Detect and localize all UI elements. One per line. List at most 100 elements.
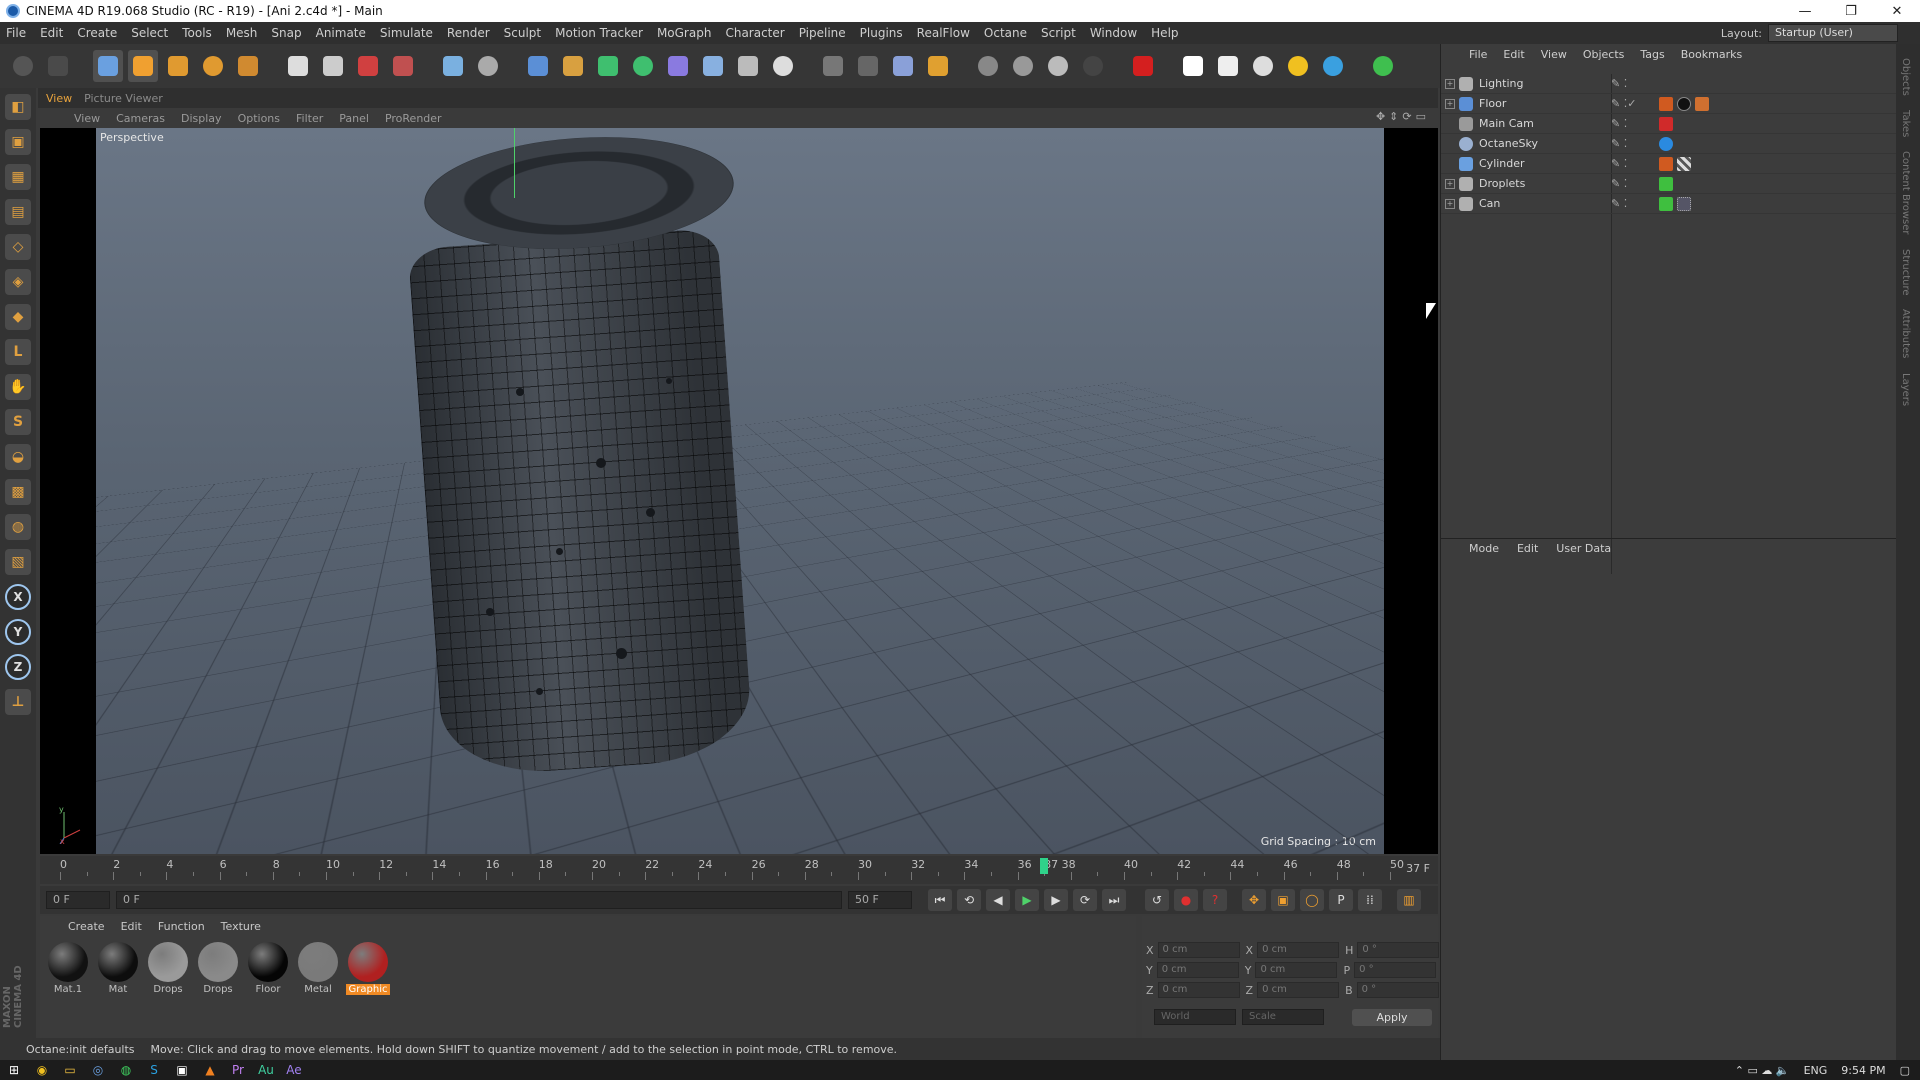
end-frame-field[interactable]: 50 F (848, 891, 912, 909)
can-model[interactable] (396, 128, 776, 788)
viewport[interactable]: Perspective Grid Spacing : 10 cm y x (40, 128, 1438, 854)
minimize-button[interactable]: — (1782, 4, 1828, 19)
polygons-mode-icon[interactable]: ◆ (5, 304, 31, 330)
next-frame-button[interactable]: ▶ (1044, 889, 1068, 911)
menu-window[interactable]: Window (1090, 26, 1137, 40)
checker-material-tag-icon[interactable] (1677, 157, 1691, 171)
vp-menu-cameras[interactable]: Cameras (116, 112, 165, 125)
key-parameter-icon[interactable]: P (1329, 889, 1353, 911)
octane-material-icon[interactable] (1008, 50, 1038, 82)
vp-menu-display[interactable]: Display (181, 112, 222, 125)
menu-octane[interactable]: Octane (984, 26, 1027, 40)
edges-mode-icon[interactable]: ◈ (5, 269, 31, 295)
material-tag-icon[interactable] (1677, 97, 1691, 111)
file-explorer-icon[interactable]: ▭ (56, 1061, 84, 1079)
windows-start-icon[interactable]: ⊞ (0, 1061, 28, 1079)
compositing-tag-icon[interactable] (1659, 157, 1673, 171)
x-axis-lock-icon[interactable]: X (5, 584, 31, 610)
light-icon[interactable] (768, 50, 798, 82)
key-pla-icon[interactable]: ⁞⁞ (1358, 889, 1382, 911)
cinema4d-taskbar-icon[interactable]: ◎ (84, 1061, 112, 1079)
menu-simulate[interactable]: Simulate (380, 26, 433, 40)
octane-live-viewer-icon[interactable] (1128, 50, 1158, 82)
menu-motion-tracker[interactable]: Motion Tracker (555, 26, 643, 40)
position-y-field[interactable]: 0 cm (1157, 962, 1239, 978)
camera-icon[interactable] (733, 50, 763, 82)
visibility-flags[interactable]: ✎ ⁚ (1611, 77, 1651, 90)
model-mode-icon[interactable]: ▣ (5, 129, 31, 155)
pen-spline-icon[interactable] (558, 50, 588, 82)
subdivision-icon[interactable] (593, 50, 623, 82)
undo-button[interactable] (8, 50, 38, 82)
vp-menu-panel[interactable]: Panel (339, 112, 369, 125)
key-scale-icon[interactable]: ▣ (1271, 889, 1295, 911)
sidetab-layers[interactable]: Layers (1900, 373, 1911, 406)
goto-prev-key-button[interactable]: ⟲ (957, 889, 981, 911)
octane-sphere-icon[interactable] (973, 50, 1003, 82)
cloner-icon[interactable] (628, 50, 658, 82)
rotation-p-field[interactable]: 0 ° (1354, 962, 1436, 978)
solo-icon[interactable]: ◍ (5, 514, 31, 540)
object-row-floor[interactable]: + Floor ✎ ⁚✓ (1441, 94, 1897, 114)
om-menu-view[interactable]: View (1541, 48, 1567, 61)
visibility-flags[interactable]: ✎ ⁚ (1611, 137, 1651, 150)
language-indicator[interactable]: ENG (1804, 1064, 1828, 1077)
render-settings-icon[interactable] (388, 50, 418, 82)
menu-pipeline[interactable]: Pipeline (799, 26, 846, 40)
material-swatch[interactable]: Floor (246, 942, 290, 995)
viewport-camera-label[interactable]: Perspective (100, 131, 164, 144)
menu-help[interactable]: Help (1151, 26, 1178, 40)
menu-script[interactable]: Script (1041, 26, 1076, 40)
key-position-icon[interactable]: ✥ (1242, 889, 1266, 911)
menu-render[interactable]: Render (447, 26, 490, 40)
floor-icon[interactable] (698, 50, 728, 82)
vp-menu-prorender[interactable]: ProRender (385, 112, 442, 125)
attr-menu-mode[interactable]: Mode (1469, 542, 1499, 555)
motion-record-icon[interactable]: ↺ (1145, 889, 1169, 911)
display-tag-icon[interactable] (1659, 177, 1673, 191)
size-y-field[interactable]: 0 cm (1255, 962, 1337, 978)
notifications-icon[interactable]: ▢ (1900, 1064, 1910, 1077)
restore-button[interactable]: ❐ (1828, 4, 1874, 19)
mat-menu-texture[interactable]: Texture (221, 920, 261, 933)
points-mode-icon[interactable]: ◇ (5, 234, 31, 260)
record-keyframe-icon[interactable]: ● (1174, 889, 1198, 911)
attr-menu-edit[interactable]: Edit (1517, 542, 1538, 555)
material-swatch[interactable]: Mat.1 (46, 942, 90, 995)
skype-icon[interactable]: S (140, 1061, 168, 1079)
timeline[interactable]: 0 2 4 6 8 10 12 14 16 18 20 22 24 26 28 30 32 34 36 37 38 40… (40, 856, 1438, 884)
menu-snap[interactable]: Snap (271, 26, 301, 40)
sidetab-takes[interactable]: Takes (1900, 110, 1911, 137)
scale-mode-select[interactable]: Scale (1242, 1009, 1324, 1025)
visibility-flags[interactable]: ✎ ⁚ (1611, 157, 1651, 170)
cube-icon[interactable] (523, 50, 553, 82)
sidetab-structure[interactable]: Structure (1900, 249, 1911, 296)
size-z-field[interactable]: 0 cm (1257, 982, 1339, 998)
attr-menu-user-data[interactable]: User Data (1556, 542, 1611, 555)
timeline-playhead[interactable] (1040, 858, 1048, 874)
menu-select[interactable]: Select (131, 26, 168, 40)
visibility-flags[interactable]: ✎ ⁚ (1611, 117, 1651, 130)
key-rotation-icon[interactable]: ◯ (1300, 889, 1324, 911)
material-swatch[interactable]: Mat (96, 942, 140, 995)
mograph-icon[interactable] (888, 50, 918, 82)
object-row-octanesky[interactable]: OctaneSky ✎ ⁚ (1441, 134, 1897, 154)
object-row-droplets[interactable]: + Droplets ✎ ⁚ (1441, 174, 1897, 194)
sidetab-attributes[interactable]: Attributes (1900, 309, 1911, 358)
octane-glossy-icon[interactable] (1043, 50, 1073, 82)
mat-menu-function[interactable]: Function (158, 920, 205, 933)
vp-menu-filter[interactable]: Filter (296, 112, 323, 125)
vlc-icon[interactable]: ▲ (196, 1061, 224, 1079)
tab-picture-viewer[interactable]: Picture Viewer (84, 92, 163, 105)
start-frame-field[interactable]: 0 F (46, 891, 110, 909)
generator-icon[interactable] (853, 50, 883, 82)
autokey-icon[interactable]: ? (1203, 889, 1227, 911)
octane-environment-tag-icon[interactable] (1659, 137, 1673, 151)
octane-arealight-icon[interactable] (1178, 50, 1208, 82)
octane-specular-icon[interactable] (1078, 50, 1108, 82)
scale-tool[interactable] (163, 50, 193, 82)
object-row-cylinder[interactable]: Cylinder ✎ ⁚ (1441, 154, 1897, 174)
object-row-main-cam[interactable]: Main Cam ✎ ⁚ (1441, 114, 1897, 134)
visibility-flags[interactable]: ✎ ⁚✓ (1611, 97, 1651, 110)
snap-icon[interactable]: S (5, 409, 31, 435)
